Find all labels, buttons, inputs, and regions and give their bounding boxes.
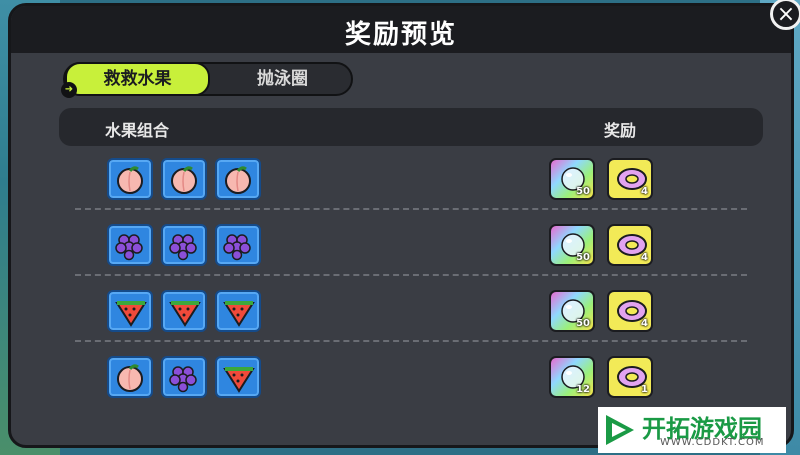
reward-count: 50 <box>576 186 590 197</box>
reward-list[interactable]: 50 4 50 4 50 4 12 1 <box>59 146 763 442</box>
reward-count: 4 <box>641 318 648 329</box>
peach-icon <box>171 166 197 194</box>
tab-save-fruit[interactable]: 救救水果 <box>65 62 210 96</box>
column-header-combo: 水果组合 <box>105 121 170 140</box>
reward-item[interactable]: 50 <box>549 290 595 332</box>
logo-icon <box>606 415 634 445</box>
fruit-tile <box>161 158 207 200</box>
fruit-tile <box>215 290 261 332</box>
fruit-tile <box>161 290 207 332</box>
reward-item[interactable]: 4 <box>607 290 653 332</box>
tab-throw-ring[interactable]: 抛泳圈 <box>215 64 350 94</box>
grape-icon <box>169 234 197 261</box>
reward-item[interactable]: 4 <box>607 224 653 266</box>
table-row: 50 4 <box>59 146 763 210</box>
grape-icon <box>169 366 197 393</box>
table-row: 50 4 <box>59 210 763 276</box>
column-header-reward: 奖励 <box>604 121 637 140</box>
table-row: 12 1 <box>59 342 763 408</box>
reward-count: 12 <box>576 384 590 395</box>
title-bar: 奖励预览 <box>11 6 791 53</box>
arrow-icon: ➜ <box>61 82 77 98</box>
reward-count: 4 <box>641 186 648 197</box>
reward-count: 50 <box>576 252 590 263</box>
fruit-tile <box>215 224 261 266</box>
watermark-url: WWW.CDDKT.COM <box>660 437 765 448</box>
reward-count: 1 <box>641 384 648 395</box>
reward-preview-panel: 奖励预览 救救水果 ➜ 抛泳圈 水果组合 奖励 50 4 50 4 50 4 12 1 <box>8 3 794 448</box>
table-row: 50 4 <box>59 276 763 342</box>
watermelon-icon <box>115 301 147 327</box>
peach-icon <box>225 166 251 194</box>
watermelon-icon <box>223 367 255 393</box>
tab-bar: 救救水果 ➜ 抛泳圈 <box>61 62 353 98</box>
peach-icon <box>117 364 143 392</box>
watermelon-icon <box>223 301 255 327</box>
reward-item[interactable]: 50 <box>549 224 595 266</box>
reward-count: 4 <box>641 252 648 263</box>
fruit-tile <box>161 356 207 398</box>
grape-icon <box>223 234 251 261</box>
fruit-tile <box>215 158 261 200</box>
fruit-tile <box>107 224 153 266</box>
watermark: 开拓游戏园 WWW.CDDKT.COM <box>598 407 786 453</box>
reward-item[interactable]: 1 <box>607 356 653 398</box>
reward-item[interactable]: 4 <box>607 158 653 200</box>
peach-icon <box>117 166 143 194</box>
fruit-tile <box>107 290 153 332</box>
watermelon-icon <box>169 301 201 327</box>
grape-icon <box>115 234 143 261</box>
reward-count: 50 <box>576 318 590 329</box>
fruit-tile <box>161 224 207 266</box>
reward-item[interactable]: 12 <box>549 356 595 398</box>
panel-title: 奖励预览 <box>344 20 457 50</box>
reward-item[interactable]: 50 <box>549 158 595 200</box>
fruit-tile <box>107 356 153 398</box>
fruit-tile <box>215 356 261 398</box>
close-button[interactable]: × <box>770 0 800 30</box>
fruit-tile <box>107 158 153 200</box>
table-header: 水果组合 奖励 <box>59 108 763 146</box>
